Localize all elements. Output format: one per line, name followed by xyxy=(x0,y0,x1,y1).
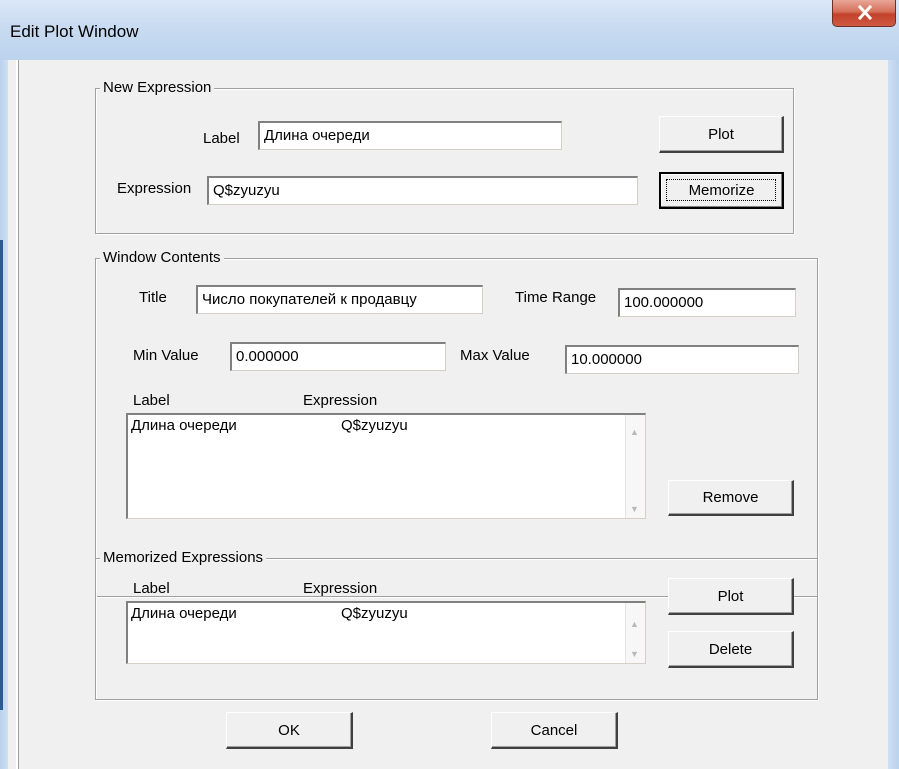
cancel-button-label: Cancel xyxy=(530,721,578,739)
list-item[interactable]: Длина очереди Q$zyuzyu xyxy=(131,417,611,434)
expression-input[interactable]: Q$zyuzyu xyxy=(207,176,638,205)
window-frame-left xyxy=(0,60,8,769)
time-range-input[interactable]: 100.000000 xyxy=(618,288,796,317)
list-item-expression: Q$zyuzyu xyxy=(341,605,408,622)
window-contents-scrollbar[interactable]: ▲ ▼ xyxy=(625,415,645,518)
delete-button[interactable]: Delete xyxy=(668,631,794,668)
ok-button[interactable]: OK xyxy=(226,712,353,749)
cancel-button[interactable]: Cancel xyxy=(491,712,618,749)
scroll-down-arrow-icon[interactable]: ▼ xyxy=(630,649,639,659)
plot-button-label: Plot xyxy=(708,125,734,143)
memorized-col-expression: Expression xyxy=(303,580,378,597)
label-caption: Label xyxy=(203,130,240,147)
contents-col-label: Label xyxy=(133,392,170,409)
memorized-expressions-legend: Memorized Expressions xyxy=(100,549,267,567)
scroll-up-arrow-icon[interactable]: ▲ xyxy=(630,427,639,437)
ok-button-label: OK xyxy=(278,721,300,739)
new-expression-group: New Expression xyxy=(95,79,794,234)
list-item-expression: Q$zyuzyu xyxy=(341,417,408,434)
title-bar: Edit Plot Window xyxy=(0,0,899,60)
remove-button[interactable]: Remove xyxy=(668,480,794,516)
close-button[interactable] xyxy=(832,0,896,27)
memorized-plot-button[interactable]: Plot xyxy=(668,578,794,615)
min-value-caption: Min Value xyxy=(133,347,199,364)
list-item-label: Длина очереди xyxy=(131,605,237,622)
scroll-up-arrow-icon[interactable]: ▲ xyxy=(630,619,639,629)
memorized-col-label: Label xyxy=(133,580,170,597)
min-value-input[interactable]: 0.000000 xyxy=(230,342,446,371)
dialog-body: New Expression Label Длина очереди Expre… xyxy=(8,60,888,769)
list-item[interactable]: Длина очереди Q$zyuzyu xyxy=(131,605,611,622)
window-contents-legend: Window Contents xyxy=(100,249,224,267)
max-value-input[interactable]: 10.000000 xyxy=(565,345,799,374)
label-input[interactable]: Длина очереди xyxy=(258,121,562,150)
time-range-caption: Time Range xyxy=(515,289,597,306)
delete-button-label: Delete xyxy=(708,640,753,658)
window-contents-list[interactable]: Длина очереди Q$zyuzyu ▲ ▼ xyxy=(126,413,646,519)
window-title: Edit Plot Window xyxy=(10,22,139,41)
focus-rectangle xyxy=(666,179,776,201)
memorized-plot-button-label: Plot xyxy=(717,587,744,605)
remove-button-label: Remove xyxy=(702,489,759,506)
scroll-down-arrow-icon[interactable]: ▼ xyxy=(630,504,639,514)
max-value-caption: Max Value xyxy=(460,347,530,364)
plot-button[interactable]: Plot xyxy=(659,116,784,153)
title-input[interactable]: Число покупателей к продавцу xyxy=(196,285,483,314)
close-icon xyxy=(857,5,873,20)
new-expression-legend: New Expression xyxy=(100,79,215,97)
title-caption: Title xyxy=(139,289,167,306)
memorized-expressions-list[interactable]: Длина очереди Q$zyuzyu ▲ ▼ xyxy=(126,601,646,664)
contents-col-expression: Expression xyxy=(303,392,378,409)
memorize-button[interactable]: Memorize xyxy=(659,172,784,209)
list-item-label: Длина очереди xyxy=(131,417,237,434)
expression-caption: Expression xyxy=(117,180,192,197)
memorized-scrollbar[interactable]: ▲ ▼ xyxy=(625,603,645,663)
window-frame-right xyxy=(888,60,899,769)
